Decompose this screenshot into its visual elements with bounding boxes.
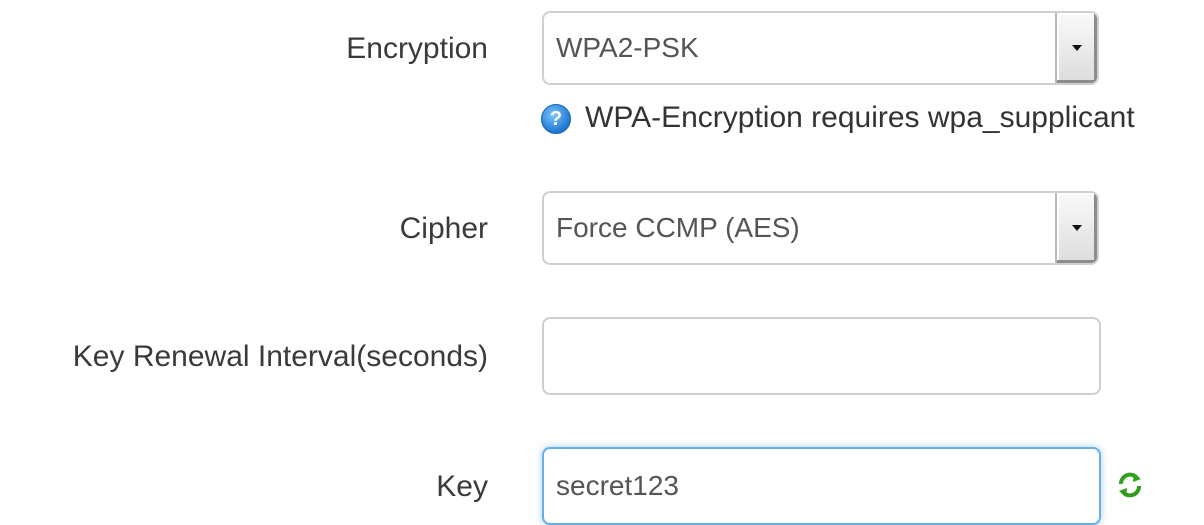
chevron-down-icon xyxy=(1072,45,1082,51)
encryption-select-value: WPA2-PSK xyxy=(556,32,699,63)
refresh-icon[interactable] xyxy=(1117,470,1143,500)
key-renewal-interval-label: Key Renewal Interval(seconds) xyxy=(72,340,488,373)
cipher-select[interactable]: Force CCMP (AES) xyxy=(542,191,1099,265)
encryption-help-text: WPA-Encryption requires wpa_supplicant xyxy=(585,101,1135,134)
key-renewal-interval-input[interactable] xyxy=(542,317,1101,395)
wireless-security-form: Encryption WPA2-PSK ? WPA-Encryption req… xyxy=(0,0,1204,525)
cipher-select-value: Force CCMP (AES) xyxy=(556,212,800,243)
cipher-label: Cipher xyxy=(399,212,488,245)
key-input[interactable] xyxy=(542,447,1101,525)
encryption-label: Encryption xyxy=(346,32,488,65)
encryption-select[interactable]: WPA2-PSK xyxy=(542,11,1099,85)
chevron-down-icon xyxy=(1072,225,1082,231)
key-label: Key xyxy=(436,470,488,503)
cipher-select-button[interactable] xyxy=(1055,193,1097,263)
encryption-select-button[interactable] xyxy=(1055,13,1097,83)
help-icon: ? xyxy=(541,104,571,134)
